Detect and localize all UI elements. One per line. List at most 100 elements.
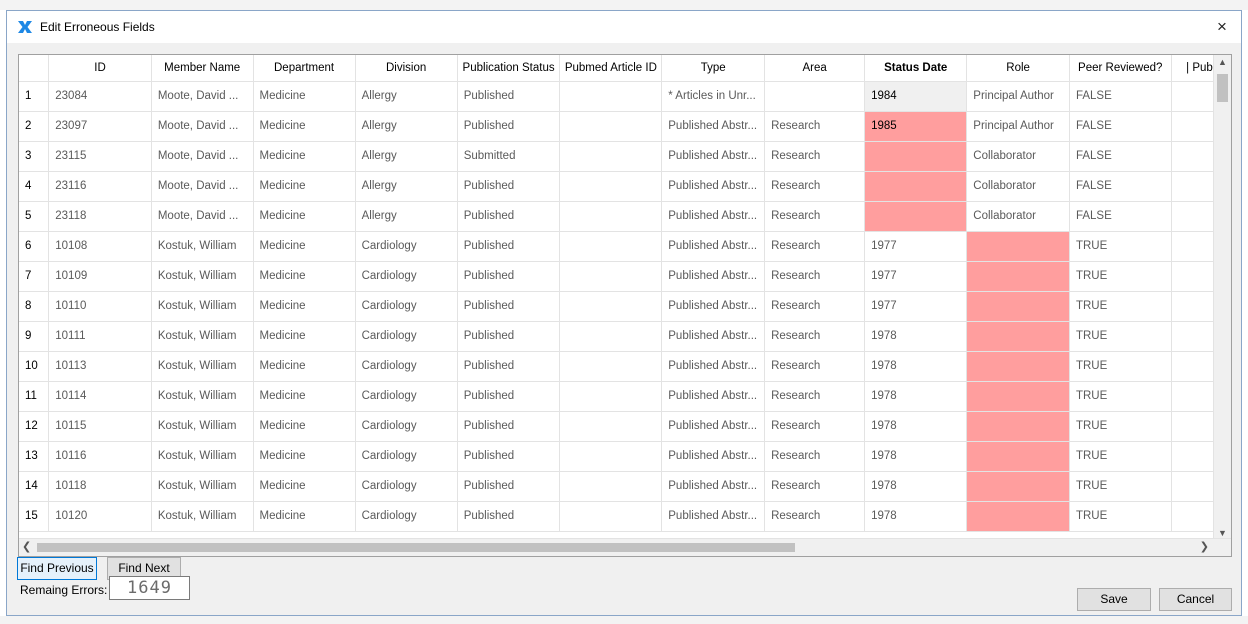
table-cell[interactable]: Research [764,321,866,352]
table-cell[interactable]: Moote, David ... [151,201,254,232]
table-cell[interactable]: FALSE [1069,201,1172,232]
table-cell[interactable]: Published [457,441,561,472]
table-cell[interactable]: TRUE [1069,321,1172,352]
column-header[interactable]: Division [355,55,458,82]
table-cell[interactable]: Published Abstr... [661,231,766,262]
table-cell[interactable]: Published [457,201,561,232]
table-cell[interactable]: Published [457,111,561,142]
table-cell[interactable]: Research [764,171,866,202]
table-cell[interactable]: Allergy [355,201,458,232]
table-cell[interactable]: Research [764,231,866,262]
table-cell[interactable] [966,261,1070,292]
table-cell[interactable] [966,411,1070,442]
table-cell[interactable]: Medicine [253,261,356,292]
table-cell[interactable]: Research [764,501,866,532]
table-cell[interactable]: Published Abstr... [661,171,766,202]
table-cell[interactable]: Published Abstr... [661,411,766,442]
table-cell[interactable] [559,141,663,172]
table-cell[interactable]: TRUE [1069,261,1172,292]
data-grid[interactable]: ID Member Name Department Division Publicati… [18,54,1232,557]
table-cell[interactable]: Cardiology [355,411,458,442]
table-cell[interactable]: Published [457,351,561,382]
table-cell[interactable] [559,261,663,292]
table-cell[interactable]: Kostuk, William [151,381,254,412]
table-cell[interactable]: Medicine [253,171,356,202]
table-cell[interactable]: 1978 [864,321,968,352]
table-row[interactable]: 1 23084 Moote, David ... Medicine Allergy Pub… [19,81,1231,112]
table-cell[interactable]: Medicine [253,81,356,112]
table-cell[interactable]: 23118 [48,201,152,232]
table-cell[interactable]: 1977 [864,231,968,262]
column-header[interactable]: Status Date [864,55,968,82]
table-cell[interactable]: Research [764,111,866,142]
table-cell[interactable]: Kostuk, William [151,291,254,322]
table-cell[interactable]: 1978 [864,411,968,442]
table-cell[interactable]: Medicine [253,291,356,322]
table-cell[interactable]: Allergy [355,171,458,202]
table-cell[interactable]: 1977 [864,261,968,292]
vertical-scroll-thumb[interactable] [1217,74,1228,102]
table-cell[interactable]: TRUE [1069,291,1172,322]
table-cell[interactable] [559,201,663,232]
table-cell[interactable]: Published Abstr... [661,381,766,412]
table-cell[interactable]: Medicine [253,411,356,442]
scroll-down-icon[interactable]: ▼ [1214,528,1231,538]
table-cell[interactable] [966,441,1070,472]
table-cell[interactable] [559,471,663,502]
table-cell[interactable]: Cardiology [355,441,458,472]
table-cell[interactable]: 1978 [864,501,968,532]
table-cell[interactable]: 10116 [48,441,152,472]
table-row[interactable]: 15 10120 Kostuk, William Medicine Cardiology… [19,501,1231,532]
table-cell[interactable]: Kostuk, William [151,501,254,532]
table-cell[interactable]: Submitted [457,141,561,172]
table-cell[interactable] [559,291,663,322]
table-cell[interactable]: TRUE [1069,381,1172,412]
table-cell[interactable] [559,441,663,472]
table-cell[interactable] [559,411,663,442]
table-cell[interactable]: 10114 [48,381,152,412]
table-cell[interactable]: Cardiology [355,381,458,412]
horizontal-scrollbar[interactable]: ❮ ❯ [19,538,1231,556]
table-cell[interactable]: Cardiology [355,291,458,322]
table-cell[interactable]: Principal Author [966,81,1070,112]
table-cell[interactable]: Allergy [355,81,458,112]
table-row[interactable]: 11 10114 Kostuk, William Medicine Cardiology… [19,381,1231,412]
column-header[interactable]: Pubmed Article ID [559,55,663,82]
table-cell[interactable]: Research [764,261,866,292]
table-cell[interactable]: Research [764,201,866,232]
table-cell[interactable]: TRUE [1069,441,1172,472]
table-cell[interactable]: Published Abstr... [661,471,766,502]
table-cell[interactable]: Collaborator [966,201,1070,232]
table-cell[interactable]: Allergy [355,111,458,142]
table-row[interactable]: 14 10118 Kostuk, William Medicine Cardiology… [19,471,1231,502]
table-cell[interactable]: Published Abstr... [661,111,766,142]
table-cell[interactable] [559,111,663,142]
table-cell[interactable]: Published Abstr... [661,321,766,352]
table-cell[interactable]: Published [457,381,561,412]
table-cell[interactable] [559,501,663,532]
table-cell[interactable]: Published [457,231,561,262]
table-cell[interactable]: Collaborator [966,171,1070,202]
table-cell[interactable]: 23116 [48,171,152,202]
table-cell[interactable]: Published Abstr... [661,441,766,472]
table-cell[interactable]: 1977 [864,291,968,322]
table-cell[interactable]: 1978 [864,441,968,472]
table-cell[interactable]: Kostuk, William [151,231,254,262]
table-cell[interactable] [966,291,1070,322]
table-cell[interactable]: TRUE [1069,501,1172,532]
table-cell[interactable] [559,351,663,382]
table-cell[interactable]: Cardiology [355,321,458,352]
table-cell[interactable]: Moote, David ... [151,81,254,112]
table-cell[interactable]: Research [764,291,866,322]
column-header[interactable]: ID [48,55,152,82]
table-row[interactable]: 4 23116 Moote, David ... Medicine Allergy Pub… [19,171,1231,202]
table-cell[interactable]: 1978 [864,471,968,502]
table-cell[interactable] [559,381,663,412]
table-cell[interactable]: Collaborator [966,141,1070,172]
table-cell[interactable]: Published [457,321,561,352]
table-cell[interactable]: 1978 [864,381,968,412]
table-cell[interactable]: Published Abstr... [661,501,766,532]
table-cell[interactable] [966,501,1070,532]
table-row[interactable]: 8 10110 Kostuk, William Medicine Cardiology P… [19,291,1231,322]
cancel-button[interactable]: Cancel [1159,588,1232,611]
